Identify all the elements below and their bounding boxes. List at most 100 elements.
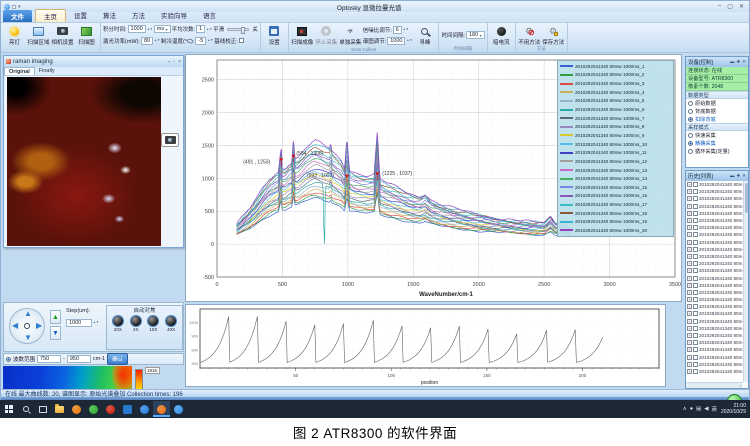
history-list-item[interactable]: +2010292041340 80m (687, 253, 743, 260)
ribbon-tab-算法[interactable]: 算法 (95, 9, 124, 22)
spinner-icon[interactable]: ▲▼ (206, 28, 212, 31)
expander-icon[interactable]: + (687, 196, 692, 201)
panel-collapse-icon[interactable]: ▬ (730, 59, 735, 65)
range-to-input[interactable]: 950 (67, 355, 91, 363)
ribbon-tab-方法[interactable]: 方法 (124, 9, 153, 22)
range-confirm-button[interactable]: 确认 (107, 353, 128, 365)
taskbar-raman-app-button[interactable] (153, 401, 170, 417)
history-list-item[interactable]: +2010292041340 80m (687, 274, 743, 281)
expander-icon[interactable]: + (687, 369, 692, 374)
range-from-input[interactable]: 750 (37, 355, 61, 363)
raman-close-button[interactable]: × (178, 59, 181, 65)
tray-icon[interactable]: ◀ (704, 406, 708, 412)
history-list-item[interactable]: +2010292041340 80m (687, 181, 743, 188)
history-list-item[interactable]: +2010292041340 80m (687, 310, 743, 317)
panel-pin-icon[interactable]: ✚ (736, 59, 740, 65)
scan-imaging-button[interactable]: 扫描成像 (291, 24, 314, 46)
quick-access-icon[interactable] (12, 5, 16, 9)
sampling-option[interactable]: 快速采集 (686, 131, 748, 139)
history-list-item[interactable]: +2010292041340 80m (687, 246, 743, 253)
taskbar-task-view-button[interactable] (34, 401, 51, 417)
step-input[interactable]: 1000 (66, 319, 92, 327)
dark-current-button[interactable]: 暗电流 (490, 24, 513, 46)
snapshot-button[interactable] (161, 133, 179, 147)
legend-entry[interactable]: 2010292041340 80mw 1000ms_6 (560, 105, 671, 114)
raman-minimize-button[interactable]: – (168, 59, 171, 65)
expander-icon[interactable]: + (687, 240, 692, 245)
objective-40X[interactable]: 40X (165, 315, 177, 332)
taskbar-clock[interactable]: 21:00 2020/10/29 (721, 403, 746, 415)
item-checkbox[interactable] (693, 276, 698, 281)
item-checkbox[interactable] (693, 218, 698, 223)
legend-entry[interactable]: 2010292041340 80mw 1000ms_9 (560, 131, 671, 140)
taskbar-app-green-button[interactable] (85, 401, 102, 417)
single-collect-button[interactable]: ⌖单独采集 (339, 24, 362, 46)
legend-entry[interactable]: 2010292041340 80mw 1000ms_16 (560, 192, 671, 201)
z-down-button[interactable]: ▼ (50, 326, 61, 340)
item-checkbox[interactable] (693, 311, 698, 316)
find-peak-button[interactable]: 寻峰 (413, 24, 436, 46)
history-list-item[interactable]: +2010292041340 80m (687, 303, 743, 310)
expander-icon[interactable]: + (687, 232, 692, 237)
ribbon-tab-设置[interactable]: 设置 (66, 9, 95, 22)
legend-entry[interactable]: 2010292041340 80mw 1000ms_1 (560, 62, 671, 71)
legend-entry[interactable]: 2010292041340 80mw 1000ms_13 (560, 166, 671, 175)
taskbar-search-button[interactable] (17, 401, 34, 417)
expander-icon[interactable]: + (687, 333, 692, 338)
radio-icon[interactable] (688, 133, 693, 138)
item-checkbox[interactable] (693, 369, 698, 374)
item-checkbox[interactable] (693, 189, 698, 194)
item-checkbox[interactable] (693, 254, 698, 259)
light-on-button[interactable]: 亮灯 (3, 24, 26, 46)
average-input[interactable]: 1 (196, 25, 205, 33)
stage-up-arrow[interactable]: ▲ (24, 310, 32, 318)
tray-icon[interactable]: 英 (711, 405, 717, 413)
legend-entry[interactable]: 2010292041340 80mw 1000ms_7 (560, 114, 671, 123)
legend-entry[interactable]: 2010292041340 80mw 1000ms_2 (560, 71, 671, 80)
taskbar-app-red-button[interactable] (102, 401, 119, 417)
history-list-item[interactable]: +2010292041340 80m (687, 318, 743, 325)
expander-icon[interactable]: + (687, 297, 692, 302)
history-list-item[interactable]: +2010292041340 80m (687, 195, 743, 202)
expander-icon[interactable]: + (687, 326, 692, 331)
spinner-icon[interactable]: ▲▼ (147, 28, 153, 31)
radio-icon[interactable] (688, 109, 693, 114)
raman-tab-original[interactable]: Original (4, 67, 35, 75)
history-list-item[interactable]: +2010292041340 80m (687, 282, 743, 289)
stage-dpad[interactable]: ▲ ▼ ◀ ▶ (9, 308, 45, 344)
interval-select[interactable]: 180 ▾ (466, 31, 485, 39)
objective-4X[interactable]: 4X (130, 315, 142, 332)
expander-icon[interactable]: + (687, 290, 692, 295)
raman-window-titlebar[interactable]: raman imaging – ▫ × (4, 56, 183, 67)
legend-entry[interactable]: 2010292041340 80mw 1000ms_14 (560, 174, 671, 183)
expander-icon[interactable]: + (687, 304, 692, 309)
history-list-item[interactable]: +2010292041340 80m (687, 224, 743, 231)
panel-close-icon[interactable]: ✕ (742, 173, 746, 179)
history-list-item[interactable]: +2010292041340 80m (687, 289, 743, 296)
ribbon-tab-主页[interactable]: 主页 (35, 9, 66, 22)
item-checkbox[interactable] (693, 211, 698, 216)
stop-collect-button[interactable]: 停止采集 (315, 24, 338, 46)
legend-entry[interactable]: 2010292041340 80mw 1000ms_8 (560, 123, 671, 132)
radio-icon[interactable] (688, 141, 693, 146)
camera-settings-button[interactable]: 相机设置 (51, 24, 74, 46)
history-list-item[interactable]: +2010292041340 80m (687, 217, 743, 224)
item-checkbox[interactable] (693, 204, 698, 209)
legend-entry[interactable]: 2010292041340 80mw 1000ms_10 (560, 140, 671, 149)
save-method-button[interactable]: ⚙保存方法 (542, 24, 565, 46)
minimize-button[interactable]: – (718, 3, 721, 10)
legend-entry[interactable]: 2010292041340 80mw 1000ms_11 (560, 148, 671, 157)
sampling-option[interactable]: 精确采集 (686, 139, 748, 147)
legend-entry[interactable]: 2010292041340 80mw 1000ms_18 (560, 209, 671, 218)
expander-icon[interactable]: + (687, 204, 692, 209)
item-checkbox[interactable] (693, 319, 698, 324)
item-checkbox[interactable] (693, 362, 698, 367)
tray-icon[interactable]: ▤ (696, 406, 701, 412)
item-checkbox[interactable] (693, 297, 698, 302)
item-checkbox[interactable] (693, 304, 698, 309)
item-checkbox[interactable] (693, 196, 698, 201)
taskbar-file-explorer-button[interactable] (51, 401, 68, 417)
z-up-button[interactable]: ▲ (50, 310, 61, 324)
expander-icon[interactable]: + (687, 218, 692, 223)
history-list-item[interactable]: +2010292041340 80m (687, 231, 743, 238)
